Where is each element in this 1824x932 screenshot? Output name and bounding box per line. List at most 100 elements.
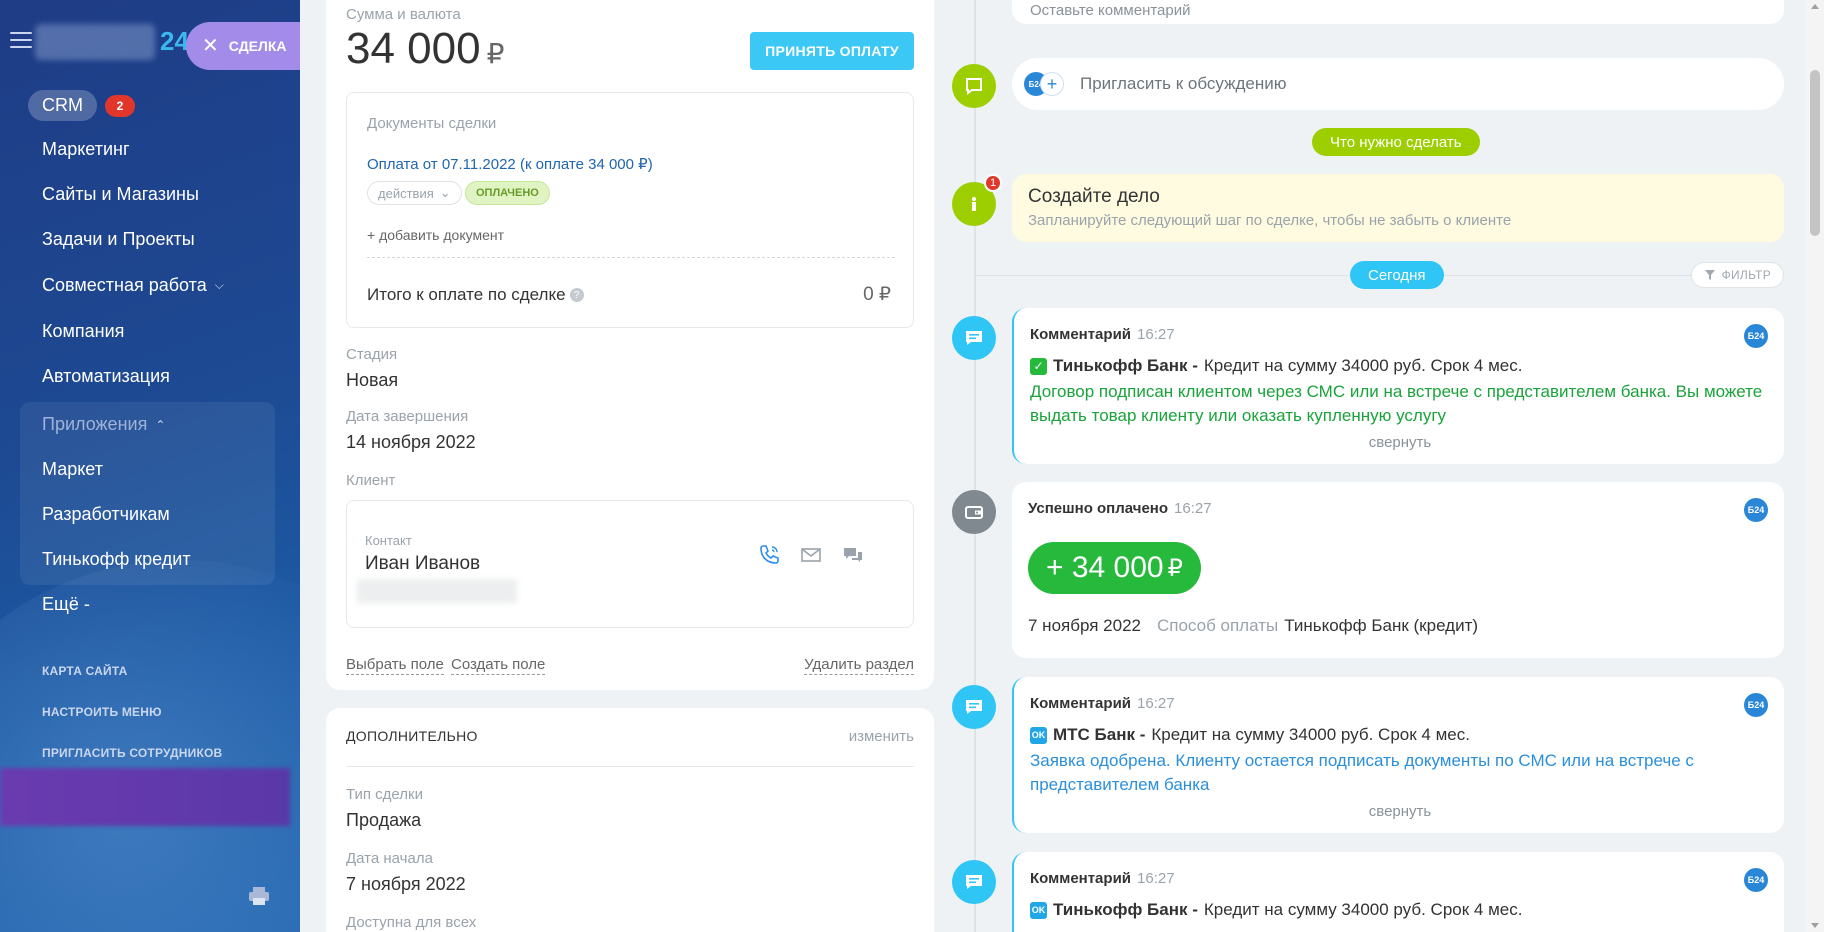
invite-to-discussion-field[interactable]: Б24 + Пригласить к обсуждению: [1012, 58, 1784, 110]
sidebar-item-collaboration[interactable]: Совместная работа ⌵: [42, 275, 224, 296]
delete-section-link[interactable]: Удалить раздел: [804, 656, 914, 675]
timeline-line: [974, 0, 976, 932]
filter-label: ФИЛЬТР: [1721, 268, 1771, 282]
printer-icon[interactable]: [248, 886, 270, 906]
paid-amount-value: + 34 000: [1046, 551, 1164, 584]
contact-name[interactable]: Иван Иванов: [365, 553, 480, 575]
b24-avatar-icon: Б24: [1744, 693, 1768, 717]
payment-document-link[interactable]: Оплата от 07.11.2022 (к оплате 34 000 ₽): [367, 155, 653, 173]
payment-date: 7 ноября 2022: [1028, 616, 1141, 635]
sidebar-item-apps[interactable]: Приложения ⌃: [42, 414, 165, 435]
payment-method-value: Тинькофф Банк (кредит): [1284, 616, 1479, 635]
sidebar-item-market[interactable]: Маркет: [42, 459, 103, 480]
scrollbar-thumb[interactable]: [1810, 70, 1820, 236]
credit-text: Кредит на сумму 34000 руб. Срок 4 мес.: [1151, 725, 1470, 744]
sidebar-item-label: Задачи и Проекты: [42, 229, 195, 249]
b24-avatar-icon: Б24: [1744, 868, 1768, 892]
page-scrollbar[interactable]: [1806, 0, 1824, 932]
sidebar-item-crm[interactable]: CRM 2: [28, 90, 135, 121]
sidebar-item-company[interactable]: Компания: [42, 321, 124, 342]
sidebar-item-more[interactable]: Ещё -: [42, 594, 90, 615]
stage-value[interactable]: Новая: [346, 370, 398, 391]
invite-employees-link[interactable]: ПРИГЛАСИТЬ СОТРУДНИКОВ: [42, 746, 222, 760]
sitemap-link[interactable]: КАРТА САЙТА: [42, 664, 128, 678]
documents-title: Документы сделки: [367, 115, 497, 132]
sidebar-item-sites[interactable]: Сайты и Магазины: [42, 184, 199, 205]
sidebar-item-label: Автоматизация: [42, 366, 170, 386]
email-icon[interactable]: [799, 543, 823, 567]
comment-icon: [952, 860, 996, 904]
event-type: Успешно оплачено: [1028, 500, 1169, 517]
left-sidebar: 24 CRM 2 Маркетинг Сайты и Магазины Зада…: [0, 0, 300, 932]
filter-icon: [1704, 270, 1715, 280]
bank-message: Заявка одобрена. Клиенту остается подпис…: [1030, 751, 1694, 794]
sidebar-item-developers[interactable]: Разработчикам: [42, 504, 170, 525]
portal-logo[interactable]: [35, 24, 155, 60]
event-header: Успешно оплачено 16:27: [1028, 500, 1212, 517]
close-deal-tab[interactable]: ✕ СДЕЛКА: [186, 22, 300, 70]
create-field-link[interactable]: Создать поле: [451, 656, 546, 675]
create-task-card[interactable]: Создайте дело Запланируйте следующий шаг…: [1012, 174, 1784, 242]
credit-text: Кредит на сумму 34000 руб. Срок 4 мес.: [1203, 900, 1523, 919]
filter-button[interactable]: ФИЛЬТР: [1690, 262, 1784, 288]
help-icon[interactable]: ?: [569, 288, 584, 302]
comment-input[interactable]: Оставьте комментарий: [1012, 0, 1784, 24]
deal-main-card: Сумма и валюта 34 000 ₽ ПРИНЯТЬ ОПЛАТУ До…: [326, 0, 934, 690]
chevron-up-icon: ⌃: [155, 417, 166, 432]
add-participant-icon[interactable]: +: [1040, 72, 1064, 96]
payment-success-card: Успешно оплачено 16:27 Б24 + 34 000 ₽ 7 но…: [1012, 482, 1784, 658]
scroll-up-icon[interactable]: [1811, 4, 1819, 9]
event-line: ✓ Тинькофф Банк - Кредит на сумму 34000 …: [1030, 356, 1522, 376]
add-document-link[interactable]: + добавить документ: [367, 227, 504, 243]
sidebar-item-marketing[interactable]: Маркетинг: [42, 139, 130, 160]
timeline-comment-card: Комментарий 16:27 Б24 ✓ Тинькофф Банк - К…: [1012, 308, 1784, 464]
sidebar-item-label: Совместная работа: [42, 275, 207, 295]
configure-menu-link[interactable]: НАСТРОИТЬ МЕНЮ: [42, 705, 162, 719]
amount-label: Сумма и валюта: [346, 6, 461, 23]
event-time: 16:27: [1174, 500, 1212, 517]
logo-suffix: 24: [160, 26, 189, 56]
comment-placeholder: Оставьте комментарий: [1030, 2, 1191, 19]
comment-icon: [952, 64, 996, 108]
payment-method-label: Способ оплаты: [1156, 616, 1279, 635]
collapse-link[interactable]: свернуть: [1014, 434, 1786, 451]
chat-icon[interactable]: [841, 543, 865, 567]
amount-value: 34 000: [346, 24, 481, 73]
select-field-link[interactable]: Выбрать поле: [346, 656, 444, 675]
divider: [346, 766, 914, 767]
additional-section-card: ДОПОЛНИТЕЛЬНО изменить Тип сделки Продаж…: [326, 708, 934, 932]
edit-section-link[interactable]: изменить: [849, 728, 914, 745]
comment-icon: [952, 685, 996, 729]
deal-details-column: Сумма и валюта 34 000 ₽ ПРИНЯТЬ ОПЛАТУ До…: [300, 0, 934, 932]
collapse-link[interactable]: свернуть: [1014, 803, 1786, 820]
event-type: Комментарий: [1030, 870, 1132, 887]
crm-label: CRM: [28, 90, 97, 121]
deal-documents-box: Документы сделки Оплата от 07.11.2022 (к…: [346, 92, 914, 328]
deal-type-label: Тип сделки: [346, 786, 423, 803]
contact-actions: [757, 543, 865, 567]
bank-name: Тинькофф Банк -: [1053, 900, 1198, 919]
actions-label: действия: [378, 185, 434, 201]
contact-details-blurred: [357, 579, 517, 603]
comment-icon: [952, 316, 996, 360]
start-date-value[interactable]: 7 ноября 2022: [346, 874, 466, 895]
deal-amount: 34 000 ₽: [346, 24, 504, 74]
sidebar-item-automation[interactable]: Автоматизация: [42, 366, 170, 387]
menu-icon[interactable]: [10, 32, 32, 48]
sidebar-item-label: Ещё -: [42, 594, 90, 614]
sidebar-item-label: Сайты и Магазины: [42, 184, 199, 204]
close-date-value[interactable]: 14 ноября 2022: [346, 432, 476, 453]
sidebar-item-tinkoff-credit[interactable]: Тинькофф кредит: [42, 549, 191, 570]
document-actions-dropdown[interactable]: действия ⌄: [367, 181, 462, 205]
phone-icon[interactable]: [757, 543, 781, 567]
sidebar-item-tasks[interactable]: Задачи и Проекты: [42, 229, 195, 250]
scroll-down-icon[interactable]: [1811, 923, 1819, 928]
user-profile-block[interactable]: [0, 768, 290, 826]
event-type: Комментарий: [1030, 695, 1132, 712]
deal-type-value[interactable]: Продажа: [346, 810, 421, 831]
todo-section-pill: Что нужно сделать: [1312, 128, 1480, 156]
accept-payment-button[interactable]: ПРИНЯТЬ ОПЛАТУ: [750, 32, 914, 70]
paid-amount-currency: ₽: [1167, 554, 1183, 582]
total-label-text: Итого к оплате по сделке: [367, 285, 566, 304]
payment-meta: 7 ноября 2022 Способ оплаты Тинькофф Банк …: [1028, 616, 1478, 636]
